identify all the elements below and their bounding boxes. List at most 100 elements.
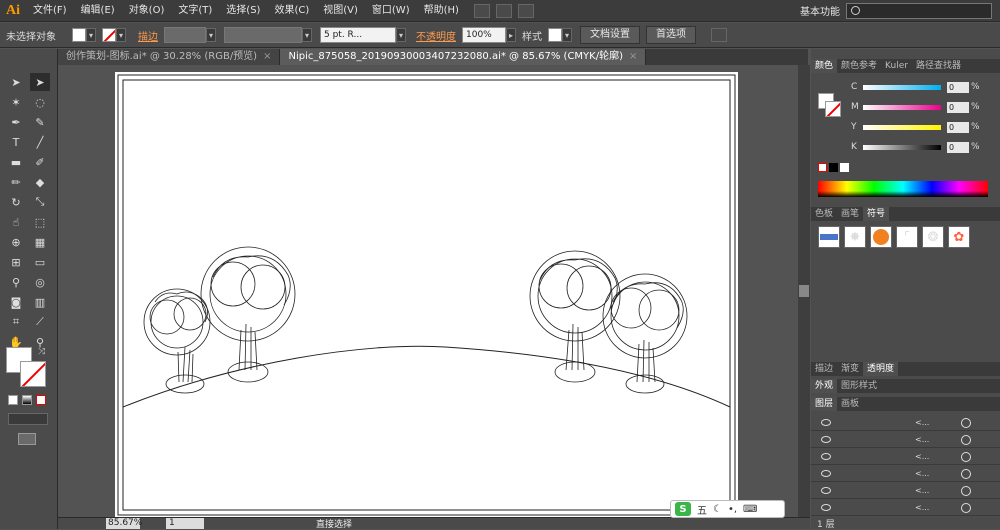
tab-kuler[interactable]: Kuler xyxy=(881,59,912,73)
tab-document-1[interactable]: 创作策划-图标.ai* @ 30.28% (RGB/预览) × xyxy=(58,49,281,65)
direct-selection-tool-icon[interactable]: ➤ xyxy=(30,73,50,91)
opacity-field[interactable]: 100% xyxy=(462,27,506,43)
fill-swatch[interactable] xyxy=(72,28,86,42)
artboard-number-field[interactable]: 1 xyxy=(166,518,204,529)
menu-effect[interactable]: 效果(C) xyxy=(267,0,316,22)
lasso-tool-icon[interactable]: ◌ xyxy=(30,93,50,111)
cyan-value[interactable]: 0 xyxy=(947,81,969,93)
symbol-blue-banner-icon[interactable] xyxy=(818,226,840,248)
tab-pathfinder[interactable]: 路径查找器 xyxy=(912,59,965,73)
warp-tool-icon[interactable]: ☝ xyxy=(6,213,26,231)
symbol-splat-icon[interactable]: ✸ xyxy=(844,226,866,248)
opacity-label[interactable]: 不透明度 xyxy=(410,28,462,43)
vertical-scrollbar[interactable] xyxy=(798,65,810,517)
yellow-slider[interactable]: Y 0% xyxy=(851,121,980,133)
pencil-tool-icon[interactable]: ✏ xyxy=(6,173,26,191)
status-mode[interactable]: 直接选择 xyxy=(316,517,352,530)
style-dropdown[interactable]: ▾ xyxy=(562,28,572,42)
target-icon[interactable] xyxy=(961,434,971,445)
column-graph-tool-icon[interactable]: ▥ xyxy=(30,293,50,311)
stroke-dropdown[interactable]: ▾ xyxy=(116,28,126,42)
magenta-value[interactable]: 0 xyxy=(947,101,969,113)
draw-mode-icon[interactable] xyxy=(8,413,48,425)
magenta-bar[interactable] xyxy=(863,104,941,110)
yellow-value[interactable]: 0 xyxy=(947,121,969,133)
cyan-bar[interactable] xyxy=(863,84,941,90)
type-tool-icon[interactable]: T xyxy=(6,133,26,151)
variable-width-dropdown[interactable]: ▾ xyxy=(302,28,312,42)
artboard-tool-icon[interactable]: ⌗ xyxy=(6,313,26,331)
target-icon[interactable] xyxy=(961,502,971,513)
target-icon[interactable] xyxy=(961,451,971,462)
menu-edit[interactable]: 编辑(E) xyxy=(74,0,122,22)
fill-dropdown[interactable]: ▾ xyxy=(86,28,96,42)
symbol-orange-button-icon[interactable] xyxy=(870,226,892,248)
visibility-eye-icon[interactable] xyxy=(821,419,831,426)
curvature-tool-icon[interactable]: ✎ xyxy=(30,113,50,131)
keyboard-icon[interactable]: ⌨ xyxy=(743,504,757,515)
menu-select[interactable]: 选择(S) xyxy=(219,0,267,22)
symbol-wreath-icon[interactable]: ❂ xyxy=(922,226,944,248)
stroke-color-box[interactable] xyxy=(20,361,46,387)
layer-row[interactable]: <... xyxy=(811,500,1000,516)
white-swatch[interactable] xyxy=(840,163,849,172)
pen-tool-icon[interactable]: ✒ xyxy=(6,113,26,131)
panel-stroke-swatch[interactable] xyxy=(825,101,841,117)
magenta-slider[interactable]: M 0% xyxy=(851,101,980,113)
ime-toolbar[interactable]: S 五 ☾ •, ⌨ xyxy=(670,500,785,518)
visibility-eye-icon[interactable] xyxy=(821,453,831,460)
color-spectrum[interactable] xyxy=(818,181,988,197)
close-icon[interactable]: × xyxy=(263,51,271,62)
scale-tool-icon[interactable]: ⤡ xyxy=(30,193,50,211)
magic-wand-tool-icon[interactable]: ✶ xyxy=(6,93,26,111)
tab-document-2[interactable]: Nipic_875058_20190930003407232080.ai* @ … xyxy=(280,49,647,65)
none-swatch[interactable] xyxy=(818,163,827,172)
stroke-weight-field[interactable] xyxy=(164,27,206,43)
color-mode-button[interactable] xyxy=(8,395,18,405)
tab-swatches[interactable]: 色板 xyxy=(811,207,837,221)
style-swatch[interactable] xyxy=(548,28,562,42)
stroke-swatch[interactable] xyxy=(102,28,116,42)
layer-row[interactable]: <... xyxy=(811,449,1000,465)
visibility-eye-icon[interactable] xyxy=(821,487,831,494)
blend-tool-icon[interactable]: ◎ xyxy=(30,273,50,291)
eyedropper-tool-icon[interactable]: ⚲ xyxy=(6,273,26,291)
bridge-button[interactable] xyxy=(473,3,490,18)
document-setup-button[interactable]: 文档设置 xyxy=(580,26,640,44)
moon-icon[interactable]: ☾ xyxy=(713,504,722,515)
variable-width-field[interactable] xyxy=(224,27,302,43)
preferences-button[interactable]: 首选项 xyxy=(646,26,696,44)
visibility-eye-icon[interactable] xyxy=(821,470,831,477)
brush-field[interactable]: 5 pt. R... xyxy=(320,27,396,43)
ime-mode[interactable]: 五 xyxy=(697,502,707,517)
search-input[interactable] xyxy=(846,3,992,19)
none-mode-button[interactable] xyxy=(36,395,46,405)
punctuation-icon[interactable]: •, xyxy=(728,504,737,515)
paintbrush-tool-icon[interactable]: ✐ xyxy=(30,153,50,171)
symbol-dotted-corner-icon[interactable]: ⌜ xyxy=(896,226,918,248)
isolate-icon[interactable] xyxy=(711,28,727,42)
brush-dropdown[interactable]: ▾ xyxy=(396,28,406,42)
layer-row[interactable]: <... xyxy=(811,415,1000,431)
shape-builder-tool-icon[interactable]: ⊕ xyxy=(6,233,26,251)
cyan-slider[interactable]: C 0% xyxy=(851,81,980,93)
black-slider[interactable]: K 0% xyxy=(851,141,980,153)
tab-color-guide[interactable]: 颜色参考 xyxy=(837,59,881,73)
gradient-tool-icon[interactable]: ▭ xyxy=(30,253,50,271)
workspace-switcher[interactable]: 基本功能 xyxy=(800,3,840,18)
tab-color[interactable]: 颜色 xyxy=(811,59,838,73)
target-icon[interactable] xyxy=(961,417,971,428)
visibility-eye-icon[interactable] xyxy=(821,504,831,511)
tab-brushes[interactable]: 画笔 xyxy=(837,207,863,221)
target-icon[interactable] xyxy=(961,468,971,479)
tab-stroke[interactable]: 描边 xyxy=(811,362,837,376)
symbol-sprayer-tool-icon[interactable]: ◙ xyxy=(6,293,26,311)
stroke-weight-dropdown[interactable]: ▾ xyxy=(206,28,216,42)
tab-artboards[interactable]: 画板 xyxy=(837,397,863,411)
swap-colors-icon[interactable]: ⤨ xyxy=(38,347,45,357)
rectangle-tool-icon[interactable]: ▬ xyxy=(6,153,26,171)
menu-view[interactable]: 视图(V) xyxy=(316,0,365,22)
layer-row[interactable]: <... xyxy=(811,483,1000,499)
free-transform-tool-icon[interactable]: ⬚ xyxy=(30,213,50,231)
close-icon[interactable]: × xyxy=(629,51,637,62)
